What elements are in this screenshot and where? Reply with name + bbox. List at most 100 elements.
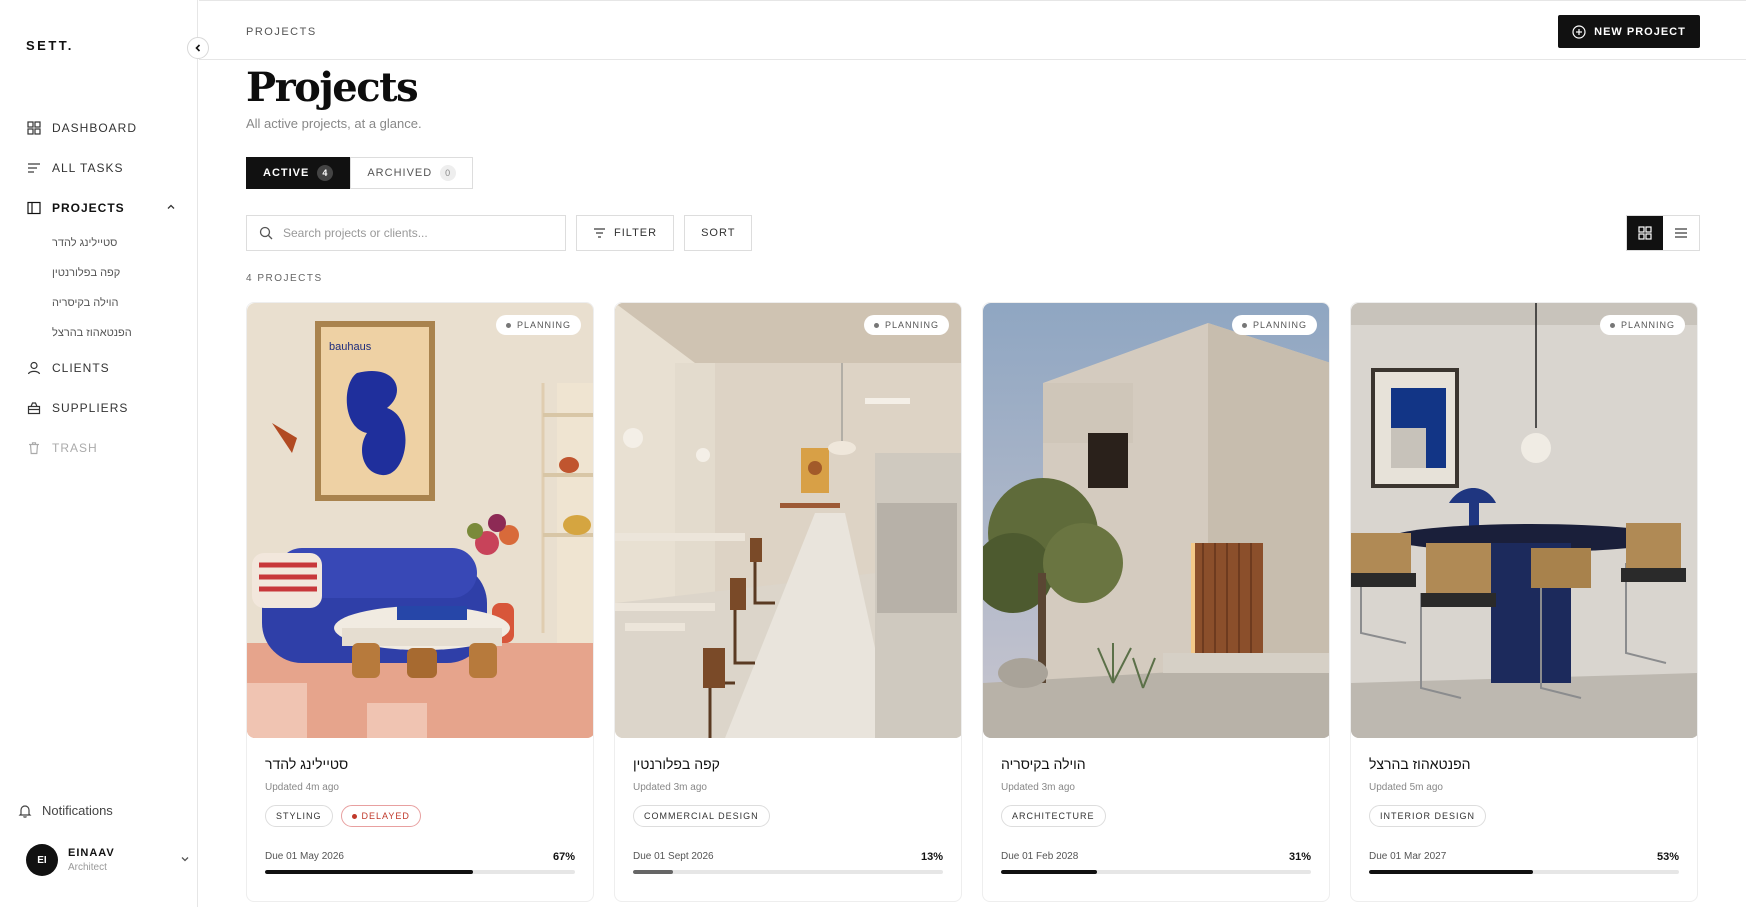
status-badge: PLANNING [495, 315, 581, 335]
notifications-label: Notifications [42, 803, 113, 818]
sort-button[interactable]: SORT [684, 215, 753, 251]
due-row: Due 01 Feb 2028 31% [1001, 851, 1311, 863]
project-image: PLANNING [983, 303, 1329, 738]
due-date: Due 01 May 2026 [265, 851, 344, 862]
sidebar-item-label: ALL TASKS [52, 161, 124, 175]
due-date: Due 01 Feb 2028 [1001, 851, 1079, 862]
project-card[interactable]: bauhaus PLANNING סטיילינג להדר Updated 4… [246, 302, 594, 902]
category-tag: COMMERCIAL DESIGN [633, 805, 770, 827]
status-label: PLANNING [884, 320, 939, 330]
updated-time: Updated 4m ago [265, 782, 339, 793]
category-tag: ARCHITECTURE [1001, 805, 1106, 827]
updated-time: Updated 5m ago [1369, 782, 1443, 793]
app-logo[interactable]: SETT. [26, 38, 74, 53]
sidebar: SETT. DASHBOARD ALL TASKS PROJECTS סטייל… [0, 0, 198, 907]
progress-bar [1369, 870, 1679, 874]
card-body: קפה בפלורנטין Updated 3m ago COMMERCIAL … [615, 738, 961, 874]
grid-icon [1638, 226, 1652, 240]
project-image: bauhaus PLANNING [247, 303, 593, 738]
status-dot [873, 322, 879, 328]
list-view-button[interactable] [1663, 216, 1699, 250]
basket-icon [26, 400, 42, 416]
bell-icon [18, 804, 32, 818]
tag-list: STYLING DELAYED [265, 805, 575, 827]
tab-count-badge: 0 [440, 165, 457, 181]
notifications-link[interactable]: Notifications [18, 803, 113, 818]
chevron-left-icon [193, 43, 203, 53]
chevron-up-icon[interactable] [166, 201, 176, 215]
status-badge: PLANNING [1599, 315, 1685, 335]
sidebar-item-label: TRASH [52, 441, 98, 455]
user-meta: EINAAV Architect [68, 847, 115, 873]
project-card[interactable]: PLANNING הפנטאהוז בהרצל Updated 5m ago I… [1350, 302, 1698, 902]
user-menu[interactable]: EI EINAAV Architect [26, 842, 190, 878]
sidebar-item-projects[interactable]: PROJECTS [26, 188, 176, 228]
new-project-label: NEW PROJECT [1594, 25, 1686, 38]
search-input[interactable] [283, 226, 543, 240]
sidebar-item-label: DASHBOARD [52, 121, 138, 135]
progress-bar [265, 870, 575, 874]
tag-list: INTERIOR DESIGN [1369, 805, 1679, 827]
sidebar-item-label: CLIENTS [52, 361, 110, 375]
project-title[interactable]: הפנטאהוז בהרצל [1369, 756, 1679, 772]
project-title[interactable]: הוילה בקיסריה [1001, 756, 1311, 772]
progress-fill [1369, 870, 1534, 874]
status-dot [1241, 322, 1247, 328]
category-tag: STYLING [265, 805, 333, 827]
progress-percent: 13% [920, 851, 943, 863]
sort-label: SORT [701, 227, 736, 239]
tab-count-badge: 4 [317, 165, 334, 181]
updated-time: Updated 3m ago [1001, 782, 1075, 793]
chevron-down-icon[interactable] [180, 851, 190, 869]
filter-label: FILTER [614, 227, 658, 239]
sidebar-item-dashboard[interactable]: DASHBOARD [26, 108, 176, 148]
delayed-tag: DELAYED [340, 805, 421, 827]
status-dot [505, 322, 511, 328]
grid-view-button[interactable] [1627, 216, 1663, 250]
sidebar-project-link[interactable]: הוילה בקיסריה [52, 288, 176, 318]
project-card[interactable]: PLANNING קפה בפלורנטין Updated 3m ago CO… [614, 302, 962, 902]
topbar: PROJECTS NEW PROJECT [199, 0, 1746, 60]
avatar: EI [26, 844, 58, 876]
status-dot [1609, 322, 1615, 328]
filter-icon [593, 227, 606, 239]
tab-archived[interactable]: ARCHIVED 0 [350, 157, 474, 189]
sidebar-collapse-button[interactable] [187, 37, 209, 59]
progress-percent: 53% [1656, 851, 1679, 863]
projects-count: 4 PROJECTS [246, 273, 323, 284]
project-card[interactable]: PLANNING הוילה בקיסריה Updated 3m ago AR… [982, 302, 1330, 902]
progress-fill [1001, 870, 1098, 874]
user-name: EINAAV [68, 847, 115, 859]
toolbar: FILTER SORT [246, 215, 1700, 251]
delayed-dot [351, 813, 357, 819]
sidebar-item-suppliers[interactable]: SUPPLIERS [26, 388, 176, 428]
search-icon [259, 226, 273, 240]
due-date: Due 01 Mar 2027 [1369, 851, 1447, 862]
status-label: PLANNING [516, 320, 571, 330]
new-project-button[interactable]: NEW PROJECT [1558, 15, 1700, 48]
sidebar-project-link[interactable]: קפה בפלורנטין [52, 258, 176, 288]
due-row: Due 01 May 2026 67% [265, 851, 575, 863]
project-title[interactable]: קפה בפלורנטין [633, 756, 943, 772]
search-box[interactable] [246, 215, 566, 251]
filter-button[interactable]: FILTER [576, 215, 675, 251]
breadcrumb[interactable]: PROJECTS [246, 26, 317, 38]
sidebar-project-link[interactable]: סטיילינג להדר [52, 228, 176, 258]
updated-time: Updated 3m ago [633, 782, 707, 793]
tab-label: ARCHIVED [367, 167, 433, 179]
sidebar-item-clients[interactable]: CLIENTS [26, 348, 176, 388]
svg-text:bauhaus: bauhaus [329, 341, 372, 353]
project-cards: bauhaus PLANNING סטיילינג להדר Updated 4… [246, 302, 1700, 902]
project-image: PLANNING [615, 303, 961, 738]
page-subtitle: All active projects, at a glance. [246, 116, 422, 131]
delayed-label: DELAYED [361, 811, 410, 821]
tab-active[interactable]: ACTIVE 4 [246, 157, 351, 189]
tab-label: ACTIVE [263, 167, 310, 179]
project-title[interactable]: סטיילינג להדר [265, 756, 575, 772]
sidebar-item-all-tasks[interactable]: ALL TASKS [26, 148, 176, 188]
sidebar-project-link[interactable]: הפנטאהוז בהרצל [52, 318, 176, 348]
user-role: Architect [68, 862, 107, 873]
sidebar-item-trash[interactable]: TRASH [26, 428, 176, 468]
list-icon [26, 160, 42, 176]
trash-icon [26, 440, 42, 456]
